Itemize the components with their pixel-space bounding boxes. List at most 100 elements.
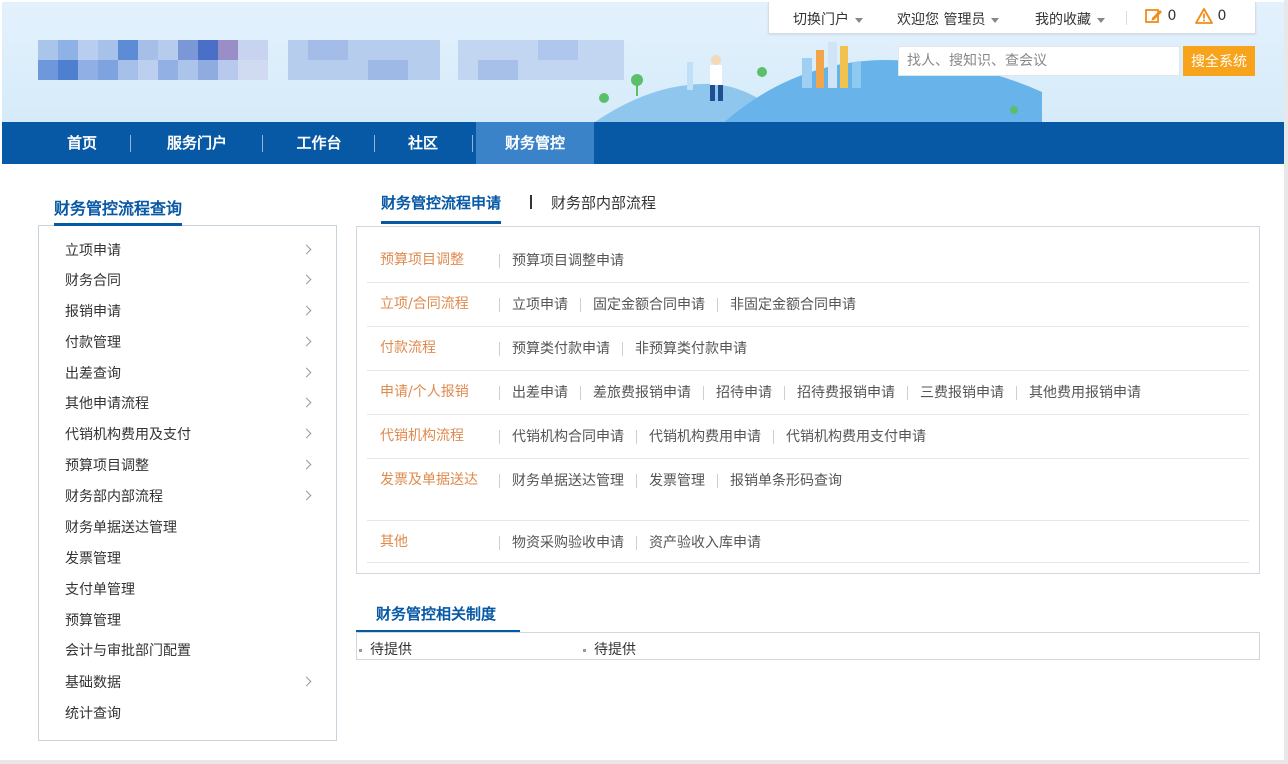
sidebar-item-approval-config[interactable]: 会计与审批部门配置 [65,640,310,662]
chevron-down-icon [1097,17,1105,23]
chevron-right-icon [301,244,312,255]
rules-panel: 待提供 待提供 [356,632,1260,660]
sidebar-item-agency-fees[interactable]: 代销机构费用及支付 [65,424,312,446]
nav-divider [374,135,375,152]
sidebar-item-statistics[interactable]: 统计查询 [65,703,310,725]
sidebar-item-label: 立项申请 [65,243,121,259]
flow-link[interactable]: 固定金额合同申请 [580,298,717,312]
search-field[interactable] [898,46,1180,76]
sidebar-item-label: 付款管理 [65,335,121,351]
tab-internal-flow[interactable]: 财务部内部流程 [551,192,656,213]
sidebar-item-budget-adjustment[interactable]: 预算项目调整 [65,455,312,477]
chevron-right-icon [301,676,312,687]
topbar-divider [1126,11,1127,25]
chevron-right-icon [301,274,312,285]
logo [38,40,628,80]
rule-item-label: 待提供 [370,642,412,658]
search-all-button[interactable]: 搜全系统 [1183,46,1255,76]
search-input[interactable] [899,47,1179,75]
flow-link[interactable]: 发票管理 [636,474,717,488]
flow-link[interactable]: 报销单条形码查询 [717,474,854,488]
sidebar-item-basic-data[interactable]: 基础数据 [65,672,312,694]
chevron-right-icon [301,336,312,347]
chevron-down-icon [855,17,863,23]
flow-link[interactable]: 代销机构合同申请 [499,430,636,444]
warning-icon [1195,8,1213,24]
sidebar-item-finance-contract[interactable]: 财务合同 [65,270,312,292]
flow-category: 其他 [380,534,408,550]
sidebar-item-budget-management[interactable]: 预算管理 [65,610,310,632]
sidebar-item-label: 统计查询 [65,706,121,722]
favorites-label: 我的收藏 [1035,12,1091,28]
flow-category: 付款流程 [380,340,436,356]
flow-category: 发票及单据送达 [380,472,478,488]
sidebar-item-label: 预算项目调整 [65,458,149,474]
flow-link[interactable]: 资产验收入库申请 [636,536,773,550]
alert-button[interactable]: 0 [1195,8,1226,24]
nav-divider [130,135,131,152]
tab-finance-flow-application[interactable]: 财务管控流程申请 [381,192,502,224]
sidebar-item-label: 报销申请 [65,304,121,320]
flow-link[interactable]: 出差申请 [499,386,580,400]
flow-link[interactable]: 立项申请 [499,298,580,312]
sidebar-item-label: 发票管理 [65,551,121,567]
sidebar-item-label: 预算管理 [65,613,121,629]
flow-link[interactable]: 非预算类付款申请 [622,342,759,356]
chevron-right-icon [301,305,312,316]
sidebar-item-project-application[interactable]: 立项申请 [65,240,312,262]
flow-link[interactable]: 代销机构费用申请 [636,430,773,444]
sidebar-item-other-applications[interactable]: 其他申请流程 [65,393,312,415]
rules-title: 财务管控相关制度 [376,605,497,623]
nav-tab-finance-control[interactable]: 财务管控 [476,122,594,164]
nav-tab-service-portal[interactable]: 服务门户 [132,122,262,164]
flow-category: 立项/合同流程 [380,296,469,312]
favorites-dropdown[interactable]: 我的收藏 [1035,9,1105,29]
chevron-right-icon [301,397,312,408]
sidebar-header: 财务管控流程查询 [38,190,337,226]
flow-link[interactable]: 物资采购验收申请 [499,536,636,550]
sidebar-item-document-delivery[interactable]: 财务单据送达管理 [65,517,310,539]
sidebar-item-internal-flow[interactable]: 财务部内部流程 [65,486,312,508]
rule-item-label: 待提供 [594,642,636,658]
flow-link[interactable]: 预算类付款申请 [499,342,622,356]
flow-link[interactable]: 招待费报销申请 [784,386,907,400]
flow-link[interactable]: 代销机构费用支付申请 [773,430,938,444]
welcome-label: 欢迎您 管理员 [897,12,986,28]
flow-row: 发票及单据送达 财务单据送达管理 发票管理 报销单条形码查询 [367,459,1249,521]
flow-link[interactable]: 非固定金额合同申请 [717,298,868,312]
flow-link[interactable]: 其他费用报销申请 [1016,386,1153,400]
sidebar-item-reimbursement[interactable]: 报销申请 [65,301,312,323]
flow-link[interactable]: 三费报销申请 [907,386,1016,400]
sidebar-item-label: 出差查询 [65,366,121,382]
sidebar-item-payment-management[interactable]: 付款管理 [65,332,312,354]
content-tabs: 财务管控流程申请 财务部内部流程 [356,186,1260,226]
nav-tab-home[interactable]: 首页 [32,122,132,164]
nav-tab-workbench[interactable]: 工作台 [264,122,374,164]
flow-row: 立项/合同流程 立项申请 固定金额合同申请 非固定金额合同申请 [367,283,1249,327]
sidebar-item-trip-query[interactable]: 出差查询 [65,363,312,385]
flow-row: 申请/个人报销 出差申请 差旅费报销申请 招待申请 招待费报销申请 三费报销申请 其他费用… [367,371,1249,415]
sidebar-item-payment-order[interactable]: 支付单管理 [65,579,310,601]
nav-divider [262,135,263,152]
topbar: 切换门户 欢迎您 管理员 我的收藏 0 0 [768,2,1256,34]
flow-link[interactable]: 差旅费报销申请 [580,386,703,400]
nav-tab-community[interactable]: 社区 [376,122,470,164]
sidebar-item-invoice-management[interactable]: 发票管理 [65,548,310,570]
flow-row: 预算项目调整 预算项目调整申请 [367,239,1249,283]
flow-link[interactable]: 预算项目调整申请 [499,254,636,268]
todo-button[interactable]: 0 [1145,8,1176,24]
chevron-right-icon [301,428,312,439]
flow-row: 付款流程 预算类付款申请 非预算类付款申请 [367,327,1249,371]
sidebar-menu: 立项申请 财务合同 报销申请 付款管理 出差查询 其他申请流程 代销机构费用及支… [38,226,337,741]
flow-category: 申请/个人报销 [380,384,469,400]
edit-icon [1145,9,1162,23]
switch-portal-dropdown[interactable]: 切换门户 [793,9,863,29]
sidebar-item-label: 支付单管理 [65,582,135,598]
sidebar-item-label: 财务单据送达管理 [65,520,177,536]
user-menu-dropdown[interactable]: 欢迎您 管理员 [897,9,1000,29]
rule-item[interactable]: 待提供 [583,639,636,659]
chevron-right-icon [301,490,312,501]
flow-link[interactable]: 招待申请 [703,386,784,400]
rule-item[interactable]: 待提供 [359,639,412,659]
flow-link[interactable]: 财务单据送达管理 [499,474,636,488]
